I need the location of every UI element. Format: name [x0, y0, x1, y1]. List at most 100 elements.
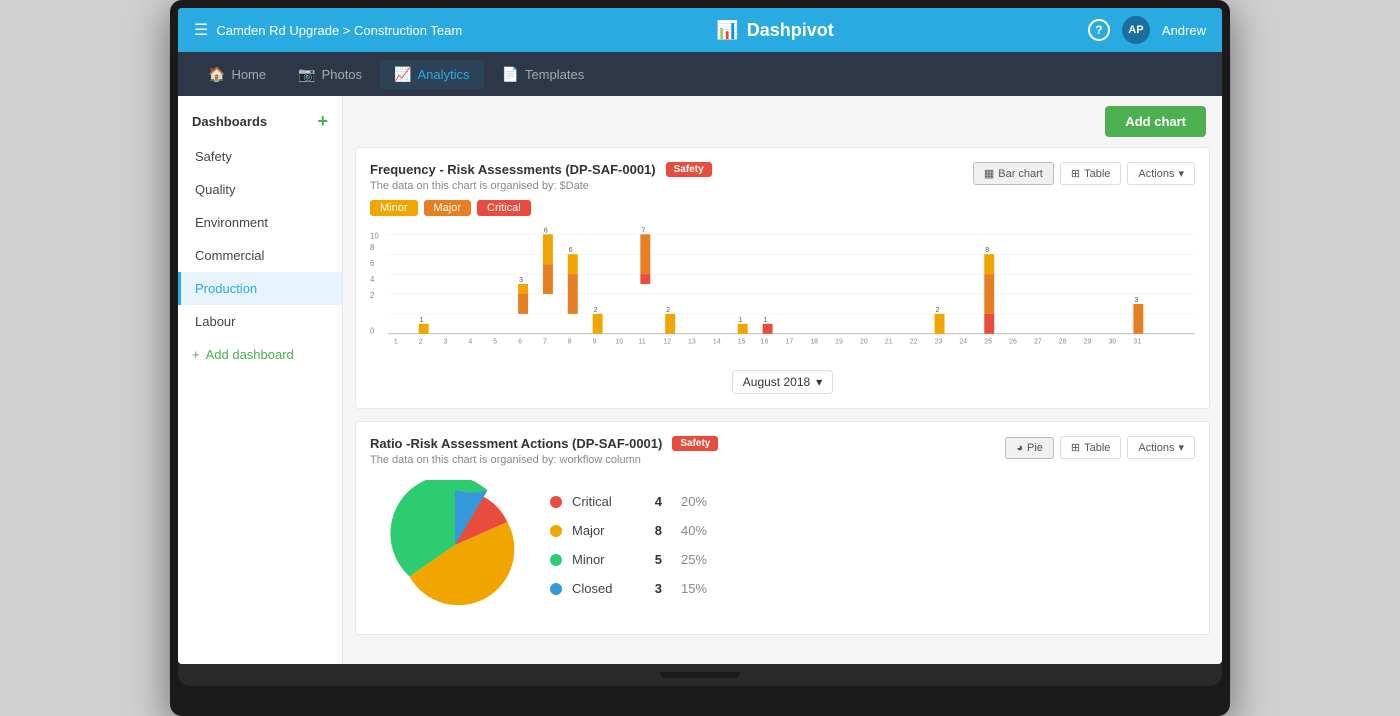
chart2-title: Ratio -Risk Assessment Actions (DP-SAF-0… [370, 436, 662, 451]
svg-text:14: 14 [713, 339, 721, 346]
chart2-title-section: Ratio -Risk Assessment Actions (DP-SAF-0… [370, 436, 1005, 466]
main-layout: Dashboards + Safety Quality Environment … [178, 96, 1222, 664]
svg-text:16: 16 [761, 339, 769, 346]
actions-button-2[interactable]: Actions ▾ [1127, 436, 1195, 459]
laptop-screen: ☰ Camden Rd Upgrade > Construction Team … [178, 8, 1222, 664]
home-icon: 🏠 [208, 66, 225, 83]
svg-text:1: 1 [394, 339, 398, 346]
bar-chart-label: Bar chart [998, 168, 1043, 180]
chart2-title-row: Ratio -Risk Assessment Actions (DP-SAF-0… [370, 436, 1005, 451]
svg-text:19: 19 [835, 339, 843, 346]
sidebar-label-production: Production [195, 281, 257, 296]
sidebar-add-button[interactable]: + [317, 112, 328, 130]
bar-chart-proper: 10 8 6 4 2 0 [370, 224, 1195, 354]
svg-text:0: 0 [370, 327, 375, 336]
date-label: August 2018 [743, 375, 810, 389]
date-dropdown[interactable]: August 2018 ▾ [732, 370, 833, 394]
laptop-notch [660, 672, 740, 678]
actions-label-2: Actions [1138, 442, 1174, 454]
help-button[interactable]: ? [1088, 19, 1110, 41]
pie-pct-minor: 25% [672, 552, 707, 567]
nav-bar: 🏠 Home 📷 Photos 📈 Analytics 📄 Templates [178, 52, 1222, 96]
sidebar-item-production[interactable]: Production [178, 272, 342, 305]
add-chart-button[interactable]: Add chart [1105, 106, 1206, 137]
chart2-badge: Safety [672, 436, 718, 451]
pie-legend: Critical 4 20% Major 8 40% [550, 494, 707, 596]
svg-text:3: 3 [444, 339, 448, 346]
content-header: Add chart [343, 96, 1222, 147]
svg-text:7: 7 [543, 339, 547, 346]
svg-text:6: 6 [569, 247, 573, 254]
svg-text:29: 29 [1084, 339, 1092, 346]
pie-count-critical: 4 [642, 494, 662, 509]
pie-chart [390, 480, 520, 610]
pie-svg [390, 480, 520, 610]
pie-dot-closed [550, 583, 562, 595]
actions-arrow-2: ▾ [1178, 441, 1184, 454]
svg-text:8: 8 [568, 339, 572, 346]
nav-item-photos[interactable]: 📷 Photos [284, 60, 376, 89]
chart1-legend: Minor Major Critical [370, 200, 1195, 216]
brand-name: Dashpivot [747, 20, 834, 41]
sidebar-item-labour[interactable]: Labour [178, 305, 342, 338]
table-icon-1: ⊞ [1071, 167, 1080, 180]
svg-text:8: 8 [985, 247, 989, 254]
templates-icon: 📄 [502, 66, 519, 83]
add-dashboard-button[interactable]: + Add dashboard [178, 338, 342, 371]
table-button-2[interactable]: ⊞ Table [1060, 436, 1122, 459]
legend-minor: Minor [370, 200, 418, 216]
legend-major-label: Major [434, 202, 462, 214]
sidebar-item-quality[interactable]: Quality [178, 173, 342, 206]
nav-item-templates[interactable]: 📄 Templates [488, 60, 599, 89]
table-button-1[interactable]: ⊞ Table [1060, 162, 1122, 185]
svg-text:26: 26 [1009, 339, 1017, 346]
pie-legend-critical: Critical 4 20% [550, 494, 707, 509]
svg-text:10: 10 [370, 231, 379, 240]
svg-text:13: 13 [688, 339, 696, 346]
add-dashboard-label: Add dashboard [206, 347, 294, 362]
pie-dot-major [550, 525, 562, 537]
svg-text:1: 1 [739, 317, 743, 324]
sidebar-label-safety: Safety [195, 149, 232, 164]
svg-text:4: 4 [468, 339, 472, 346]
nav-label-templates: Templates [525, 67, 584, 82]
pie-dot-minor [550, 554, 562, 566]
pie-dot-critical [550, 496, 562, 508]
photos-icon: 📷 [298, 66, 315, 83]
date-dropdown-arrow: ▾ [816, 375, 822, 389]
pie-label-minor: Minor [572, 552, 632, 567]
nav-label-analytics: Analytics [417, 67, 469, 82]
pie-pct-critical: 20% [672, 494, 707, 509]
sidebar-item-commercial[interactable]: Commercial [178, 239, 342, 272]
pie-pct-major: 40% [672, 523, 707, 538]
svg-text:22: 22 [910, 339, 918, 346]
user-name: Andrew [1162, 23, 1206, 38]
actions-button-1[interactable]: Actions ▾ [1127, 162, 1195, 185]
nav-item-analytics[interactable]: 📈 Analytics [380, 60, 483, 89]
pie-button[interactable]: ◕ Pie [1005, 437, 1054, 459]
svg-text:2: 2 [419, 339, 423, 346]
svg-text:3: 3 [519, 277, 523, 284]
sidebar-header: Dashboards + [178, 108, 342, 140]
chart1-title: Frequency - Risk Assessments (DP-SAF-000… [370, 162, 656, 177]
content-area: Add chart Frequency - Risk Assessments (… [343, 96, 1222, 664]
pie-count-major: 8 [642, 523, 662, 538]
pie-pct-closed: 15% [672, 581, 707, 596]
svg-text:6: 6 [518, 339, 522, 346]
nav-label-home: Home [231, 67, 266, 82]
hamburger-icon[interactable]: ☰ [194, 20, 208, 40]
nav-item-home[interactable]: 🏠 Home [194, 60, 280, 89]
pie-legend-major: Major 8 40% [550, 523, 707, 538]
sidebar-item-safety[interactable]: Safety [178, 140, 342, 173]
chart1-badge: Safety [666, 162, 712, 177]
svg-text:7: 7 [641, 227, 645, 234]
legend-minor-label: Minor [380, 202, 408, 214]
breadcrumb: Camden Rd Upgrade > Construction Team [216, 23, 462, 38]
top-bar-left: ☰ Camden Rd Upgrade > Construction Team [194, 20, 462, 40]
bar-chart-button[interactable]: ▦ Bar chart [973, 162, 1054, 185]
chart2-subtitle: The data on this chart is organised by: … [370, 454, 1005, 466]
svg-text:24: 24 [959, 339, 967, 346]
svg-text:31: 31 [1133, 339, 1141, 346]
sidebar-label-labour: Labour [195, 314, 235, 329]
sidebar-item-environment[interactable]: Environment [178, 206, 342, 239]
